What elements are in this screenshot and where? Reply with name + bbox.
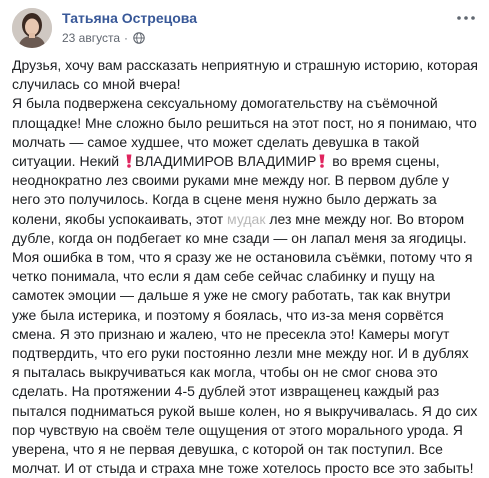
blurred-word: мудак (227, 210, 266, 227)
post-text-part-3: лез мне между ног. Во втором дубле, когд… (12, 210, 478, 477)
post-paragraph-1: Друзья, хочу вам рассказать неприятную и… (12, 57, 478, 93)
post-paragraph-2: Я была подвержена сексуальному домогател… (12, 94, 478, 478)
post-header: Татьяна Острецова 23 августа · (0, 0, 489, 52)
author-name[interactable]: Татьяна Острецова (62, 10, 197, 26)
red-exclamation-mark-icon (319, 154, 325, 168)
globe-icon[interactable] (133, 32, 145, 44)
mentioned-name: ВЛАДИМИРОВ ВЛАДИМИР (135, 153, 317, 170)
post-text: Друзья, хочу вам рассказать неприятную и… (12, 56, 478, 478)
author-avatar[interactable] (12, 8, 52, 48)
more-horizontal-icon (457, 16, 475, 20)
post-meta: 23 августа · (62, 31, 145, 45)
post-date[interactable]: 23 августа (62, 31, 120, 45)
post-options-button[interactable] (455, 10, 477, 26)
red-exclamation-mark-icon (126, 154, 132, 168)
avatar-image (12, 8, 52, 48)
meta-separator: · (124, 31, 129, 45)
